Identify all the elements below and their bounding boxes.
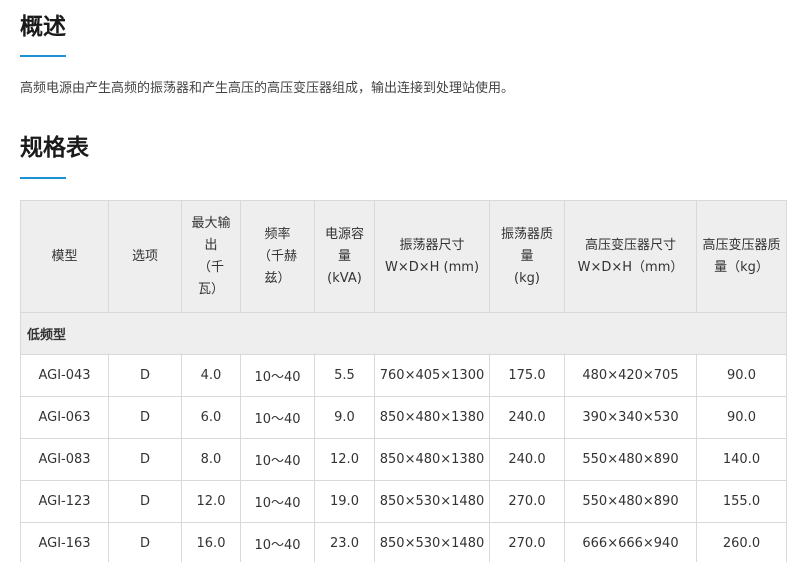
page: 概述 高频电源由产生高频的振荡器和产生高压的高压变压器组成，输出连接到处理站使用… (0, 0, 795, 562)
column-header-line: 量 (337, 248, 351, 264)
table-row: AGI-083 D 8.0 10～40 12.0 850×480×1380 240.0 550… (20, 438, 787, 481)
group-label: 低频型 (20, 312, 787, 355)
spec-heading: 规格表 (20, 135, 89, 161)
table-cell: 23.0 (314, 522, 375, 562)
column-header-line: 频率 (264, 226, 291, 242)
table-cell: 19.0 (314, 480, 375, 523)
table-row: AGI-123 D 12.0 10～40 19.0 850×530×1480 270.0 55… (20, 480, 787, 523)
table-cell: 850×480×1380 (374, 438, 490, 481)
column-header-line: W×D×H (mm) (384, 259, 480, 275)
table-row: AGI-163 D 16.0 10～40 23.0 850×530×1480 270.0 66… (20, 522, 787, 562)
column-header: 选项 (108, 200, 182, 313)
table-cell: D (108, 354, 182, 397)
table-cell: 10～40 (240, 438, 315, 481)
table-cell: D (108, 522, 182, 562)
overview-text: 高频电源由产生高频的振荡器和产生高压的高压变压器组成，输出连接到处理站使用。 (20, 81, 515, 96)
table-cell: 140.0 (696, 438, 787, 481)
table-cell: 4.0 (181, 354, 241, 397)
spec-table: 模型 选项 最大输出 （千瓦） 频率 （千赫兹） 电源容量 (kVA) 振荡器尺寸 W×D×H (… (20, 200, 787, 562)
table-cell: AGI-123 (20, 480, 109, 523)
table-cell: 5.5 (314, 354, 375, 397)
column-header-line: (kVA) (327, 270, 362, 286)
column-header-line: 量（kg） (714, 259, 769, 275)
column-header-line: 兹） (264, 270, 291, 286)
table-cell: 6.0 (181, 396, 241, 439)
group-row-low-frequency: 低频型 (20, 312, 787, 355)
table-cell: 550×480×890 (564, 438, 697, 481)
table-cell: 16.0 (181, 522, 241, 562)
column-header: 振荡器质量 (kg) (489, 200, 565, 313)
table-cell: 480×420×705 (564, 354, 697, 397)
table-cell: 260.0 (696, 522, 787, 562)
table-cell: D (108, 396, 182, 439)
column-header-line: 出 (204, 237, 218, 253)
table-cell: 240.0 (489, 438, 565, 481)
table-cell: 666×666×940 (564, 522, 697, 562)
table-cell: 270.0 (489, 480, 565, 523)
table-cell: 8.0 (181, 438, 241, 481)
column-header-line: (kg) (514, 270, 540, 286)
table-cell: 12.0 (181, 480, 241, 523)
column-header: 高压变压器质 量（kg） (696, 200, 787, 313)
overview-heading: 概述 (20, 14, 66, 40)
table-cell: 155.0 (696, 480, 787, 523)
column-header: 振荡器尺寸 W×D×H (mm) (374, 200, 490, 313)
column-header-line: 量 (520, 248, 534, 264)
table-row: AGI-043 D 4.0 10～40 5.5 760×405×1300 175.0 480×… (20, 354, 787, 397)
table-cell: 240.0 (489, 396, 565, 439)
table-cell: AGI-063 (20, 396, 109, 439)
column-header-line: 选项 (131, 248, 158, 264)
table-cell: AGI-083 (20, 438, 109, 481)
table-cell: 9.0 (314, 396, 375, 439)
column-header-line: （千 (197, 259, 224, 275)
column-header: 模型 (20, 200, 109, 313)
table-cell: 760×405×1300 (374, 354, 490, 397)
table-cell: D (108, 438, 182, 481)
table-cell: 90.0 (696, 396, 787, 439)
column-header-line: 电源容 (324, 226, 364, 242)
column-header: 最大输出 （千瓦） (181, 200, 241, 313)
table-cell: 10～40 (240, 480, 315, 523)
table-cell: 850×480×1380 (374, 396, 490, 439)
table-cell: AGI-163 (20, 522, 109, 562)
table-cell: 10～40 (240, 354, 315, 397)
column-header-line: 模型 (51, 248, 78, 264)
column-header-line: （千赫 (257, 248, 297, 264)
column-header-line: 高压变压器质 (702, 237, 781, 253)
column-header: 频率 （千赫兹） (240, 200, 315, 313)
column-header-line: 振荡器质 (500, 226, 553, 242)
column-header-line: 高压变压器尺寸 (584, 237, 676, 253)
column-header-line: 最大输 (191, 215, 231, 231)
overview-heading-underline (20, 55, 66, 57)
table-cell: 12.0 (314, 438, 375, 481)
table-row: AGI-063 D 6.0 10～40 9.0 850×480×1380 240.0 390×… (20, 396, 787, 439)
table-cell: 850×530×1480 (374, 480, 490, 523)
table-cell: 10～40 (240, 396, 315, 439)
table-cell: 270.0 (489, 522, 565, 562)
table-cell: 175.0 (489, 354, 565, 397)
column-header: 电源容量 (kVA) (314, 200, 375, 313)
column-header-line: 振荡器尺寸 (399, 237, 465, 253)
table-cell: 550×480×890 (564, 480, 697, 523)
table-cell: 850×530×1480 (374, 522, 490, 562)
table-cell: D (108, 480, 182, 523)
table-cell: 390×340×530 (564, 396, 697, 439)
table-cell: 90.0 (696, 354, 787, 397)
table-header-row: 模型 选项 最大输出 （千瓦） 频率 （千赫兹） 电源容量 (kVA) 振荡器尺寸 W×D×H (… (20, 200, 787, 313)
column-header: 高压变压器尺寸 W×D×H（mm） (564, 200, 697, 313)
column-header-line: W×D×H（mm） (577, 259, 684, 275)
table-cell: AGI-043 (20, 354, 109, 397)
spec-heading-underline (20, 177, 66, 179)
table-cell: 10～40 (240, 522, 315, 562)
column-header-line: 瓦） (197, 281, 224, 297)
